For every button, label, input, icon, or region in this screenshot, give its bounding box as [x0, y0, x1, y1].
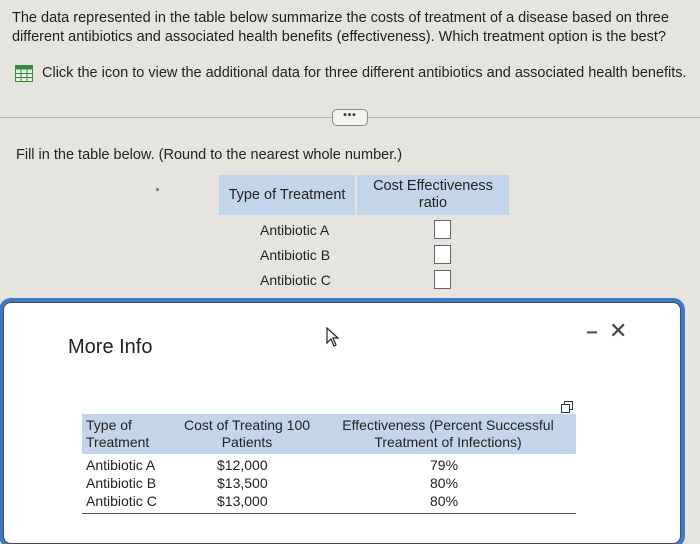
stray-mark [156, 188, 159, 191]
minimize-button[interactable]: − [586, 322, 598, 345]
cell-effectiveness: 80% [430, 475, 459, 491]
answer-header-ratio: Cost Effectiveness ratio [357, 175, 509, 215]
answer-table: Type of Treatment Cost Effectiveness rat… [219, 175, 509, 299]
cell-cost: $12,000 [217, 457, 268, 473]
answer-row-label: Antibiotic C [260, 271, 331, 288]
ratio-input-b[interactable] [433, 245, 451, 264]
info-table-rule [82, 513, 576, 514]
copy-icon[interactable] [561, 401, 573, 413]
answer-header-type: Type of Treatment [219, 175, 355, 215]
answer-header-ratio-line1: Cost Effectiveness [373, 178, 493, 194]
table-grid-icon[interactable] [15, 64, 33, 82]
close-button[interactable]: ✕ [609, 318, 627, 344]
cell-type: Antibiotic C [86, 493, 157, 509]
more-info-dialog: More Info − ✕ Type of Treatment Cost of … [3, 302, 681, 544]
question-text: The data represented in the table below … [12, 10, 669, 45]
answer-row-label: Antibiotic A [260, 221, 330, 238]
info-header-type: Type of Treatment [82, 414, 174, 454]
expand-ellipsis-button[interactable]: ••• [332, 109, 368, 126]
info-header-eff-line1: Effectiveness (Percent Successful [342, 417, 554, 433]
instruction-text: Fill in the table below. (Round to the n… [16, 147, 403, 163]
info-header-effectiveness: Effectiveness (Percent Successful Treatm… [320, 414, 576, 454]
dialog-title: More Info [68, 336, 153, 358]
answer-row: Antibiotic C [219, 267, 509, 292]
cell-cost: $13,000 [217, 493, 268, 509]
info-header-cost: Cost of Treating 100 Patients [174, 414, 320, 454]
info-header-type-line2: Treatment [86, 434, 150, 450]
mouse-cursor-icon [326, 327, 340, 347]
more-info-table: Type of Treatment Cost of Treating 100 P… [82, 414, 576, 514]
info-header-eff-line2: Treatment of Infections) [374, 434, 522, 450]
answer-table-rule [219, 298, 509, 299]
additional-data-text: Click the icon to view the additional da… [42, 65, 687, 81]
table-row: Antibiotic A $12,000 79% [82, 456, 576, 474]
ratio-input-a[interactable] [433, 220, 451, 239]
table-row: Antibiotic C $13,000 80% [82, 492, 576, 510]
answer-row: Antibiotic B [219, 242, 509, 267]
cell-effectiveness: 79% [430, 457, 459, 473]
additional-data-link[interactable]: Click the icon to view the additional da… [15, 63, 687, 83]
info-header-type-line1: Type of [86, 417, 132, 433]
cell-effectiveness: 80% [430, 493, 459, 509]
cell-type: Antibiotic A [86, 457, 156, 473]
answer-header-ratio-line2: ratio [418, 195, 448, 211]
ratio-input-c[interactable] [433, 270, 451, 289]
info-header-cost-line1: Cost of Treating 100 [183, 417, 311, 433]
info-header-cost-line2: Patients [221, 434, 273, 450]
cell-type: Antibiotic B [86, 475, 157, 491]
cell-cost: $13,500 [217, 475, 268, 491]
table-row: Antibiotic B $13,500 80% [82, 474, 576, 492]
answer-row: Antibiotic A [219, 217, 509, 242]
answer-row-label: Antibiotic B [260, 246, 331, 263]
